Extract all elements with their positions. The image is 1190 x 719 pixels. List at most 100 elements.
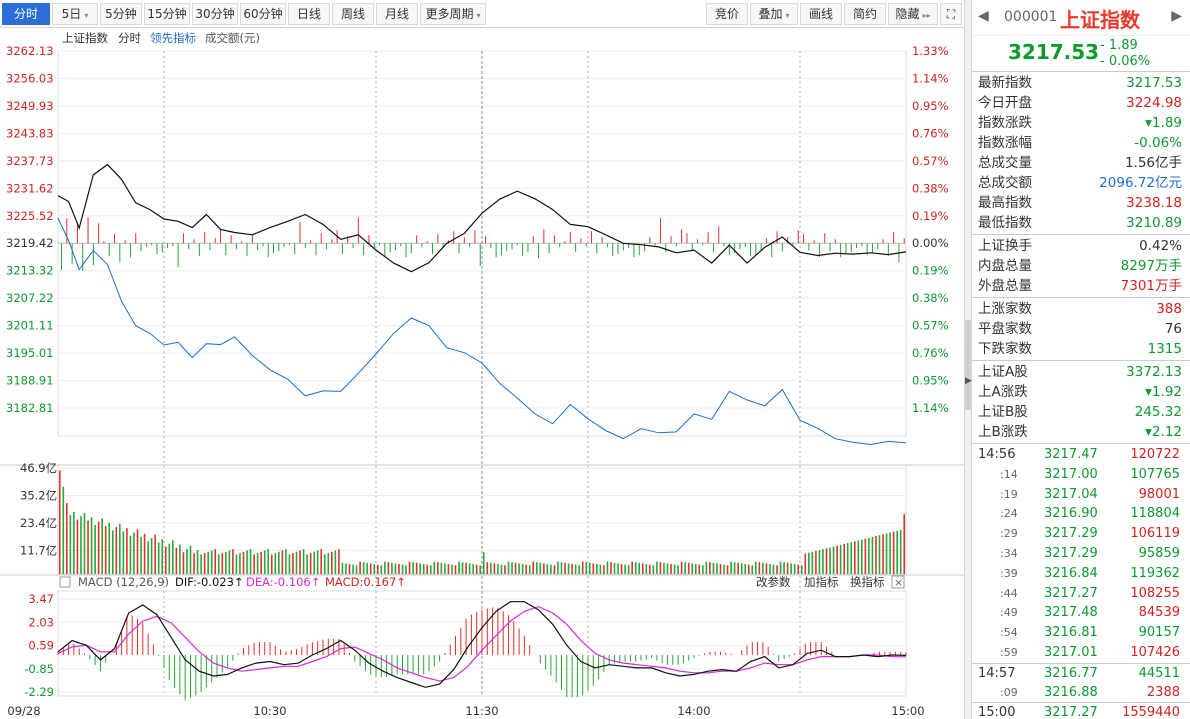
macd-legend-item: MACD:0.167↑ [325, 575, 406, 589]
tick-time: :59 [1000, 645, 1018, 659]
pct-tick-label: 0.19% [912, 264, 949, 278]
stat-value: 3224.98 [1126, 95, 1182, 111]
stat-value: ▾2.12 [1145, 424, 1182, 440]
next-stock-icon[interactable]: ▶ [1171, 8, 1182, 24]
tick-volume: 118804 [1130, 506, 1180, 522]
price-tick-label: 3225.52 [6, 209, 54, 223]
tick-price: 3217.27 [1044, 705, 1098, 719]
stat-value: 3372.13 [1126, 364, 1182, 380]
tick-time: :19 [1000, 487, 1018, 501]
stat-row: 上证B股 245.32 [972, 402, 1190, 422]
toolbar-action-0[interactable]: 竞价 [706, 3, 748, 25]
tick-volume: 108255 [1130, 585, 1180, 601]
price-tick-label: 3219.42 [6, 236, 54, 250]
price-tick-label: 3262.13 [6, 44, 54, 58]
stats-section: 上涨家数 388 平盘家数 76 下跌家数 1315 [972, 298, 1190, 361]
period-tab-2[interactable]: 5分钟 [100, 3, 142, 25]
stat-value: 0.42% [1139, 238, 1182, 254]
period-tab-8[interactable]: 月线 [376, 3, 418, 25]
tick-time: :44 [1000, 586, 1018, 600]
stat-row: 平盘家数 76 [972, 319, 1190, 339]
period-tab-1[interactable]: 5日 ▾ [52, 3, 98, 25]
price-tick-label: 3231.62 [6, 181, 54, 195]
pct-tick-label: 0.95% [912, 374, 949, 388]
intraday-chart-app: { "toolbar": { "left": ["分时", "5日", "5分钟… [0, 0, 1190, 719]
prev-stock-icon[interactable]: ◀ [978, 8, 989, 24]
stat-label: 下跌家数 [978, 341, 1032, 357]
period-tab-label: 5日 [61, 7, 82, 21]
stat-value: ▾1.89 [1145, 115, 1182, 131]
tick-volume: 106119 [1130, 526, 1180, 542]
stat-label: 上涨家数 [978, 301, 1032, 317]
volume-tick-label: 35.2亿 [20, 489, 57, 503]
toolbar-action-1[interactable]: 叠加 ▾ [750, 3, 798, 25]
macd-tick-label: 2.03 [28, 615, 54, 629]
period-tab-5[interactable]: 60分钟 [240, 3, 286, 25]
tick-price: 3217.00 [1044, 466, 1098, 482]
tick-price: 3216.77 [1044, 665, 1098, 681]
period-tab-9[interactable]: 更多周期 ▾ [420, 3, 486, 25]
stat-row: 外盘总量 7301万手 [972, 276, 1190, 296]
volume-tick-label: 46.9亿 [20, 461, 57, 475]
period-tab-4[interactable]: 30分钟 [192, 3, 238, 25]
stat-value: 388 [1156, 301, 1182, 317]
period-tab-label: 月线 [384, 7, 409, 21]
toolbar-action-2[interactable]: 画线 [800, 3, 842, 25]
quote-summary: 3217.53 - 1.89 - 0.06% [972, 36, 1190, 72]
stat-label: 上证B股 [978, 404, 1028, 420]
period-tab-label: 更多周期 [425, 7, 474, 21]
fullscreen-icon[interactable]: ⛶ [940, 3, 962, 25]
stat-row: 今日开盘 3224.98 [972, 93, 1190, 113]
dropdown-arrow-icon: ▾ [476, 11, 481, 20]
collapse-arrow-icon[interactable]: ▶ [965, 376, 972, 386]
tick-row: :59 3217.01 107426 [972, 643, 1190, 663]
legend-item: 领先指标 [150, 31, 196, 45]
tick-time: 14:57 [978, 665, 1016, 681]
stat-value: 7301万手 [1120, 278, 1182, 294]
panel-divider[interactable]: ▶ [964, 0, 972, 719]
tick-time: :24 [1000, 507, 1018, 521]
period-tab-6[interactable]: 日线 [288, 3, 330, 25]
macd-action-2[interactable]: 换指标 [850, 575, 885, 589]
tick-row: :54 3216.81 90157 [972, 623, 1190, 643]
stat-label: 上证A股 [978, 364, 1028, 380]
stat-value: 245.32 [1134, 404, 1182, 420]
stat-value: 3238.18 [1126, 195, 1182, 211]
tick-volume: 84539 [1138, 605, 1180, 621]
tick-row: :14 3217.00 107765 [972, 465, 1190, 485]
toolbar-action-3[interactable]: 简约 [844, 3, 886, 25]
tick-volume: 120722 [1130, 447, 1180, 462]
price-tick-label: 3195.01 [6, 346, 54, 360]
stats-section: 最新指数 3217.53 今日开盘 3224.98 指数涨跌 ▾1.89 指数涨幅 -0.06… [972, 72, 1190, 235]
toolbar-action-label: 画线 [808, 7, 833, 21]
period-tab-3[interactable]: 15分钟 [144, 3, 190, 25]
divider-handle[interactable] [965, 320, 971, 410]
stat-value: 8297万手 [1120, 258, 1182, 274]
stock-code: 000001 [1004, 9, 1058, 25]
tick-volume: 2388 [1146, 684, 1180, 700]
tick-volume: 107765 [1130, 466, 1180, 482]
time-axis-label: 09/28 [7, 704, 40, 718]
toolbar-action-4[interactable]: 隐藏 ▸▸ [888, 3, 938, 25]
time-axis-label: 15:00 [891, 704, 924, 718]
stat-value: 1315 [1147, 341, 1182, 357]
macd-action-1[interactable]: 加指标 [804, 575, 839, 589]
macd-tick-label: -2.29 [24, 685, 54, 699]
tick-price: 3217.48 [1044, 605, 1098, 621]
macd-close-x: × [894, 576, 903, 589]
stat-label: 总成交额 [978, 175, 1032, 191]
stat-label: 上B涨跌 [978, 424, 1028, 440]
period-tab-0[interactable]: 分时 [2, 3, 50, 25]
price-tick-label: 3188.91 [6, 374, 54, 388]
pct-tick-label: 0.95% [912, 99, 949, 113]
price-tick-label: 3243.83 [6, 126, 54, 140]
stats-table: 最新指数 3217.53 今日开盘 3224.98 指数涨跌 ▾1.89 指数涨幅 -0.06… [972, 72, 1190, 444]
period-tab-7[interactable]: 周线 [332, 3, 374, 25]
time-axis-label: 14:00 [677, 704, 710, 718]
stat-label: 上A涨跌 [978, 384, 1028, 400]
tick-price: 3217.27 [1044, 585, 1098, 601]
tick-row: :29 3217.29 106119 [972, 524, 1190, 544]
tick-volume: 119362 [1130, 565, 1180, 581]
macd-action-0[interactable]: 改参数 [756, 575, 791, 589]
tick-row: :34 3217.29 95859 [972, 544, 1190, 564]
